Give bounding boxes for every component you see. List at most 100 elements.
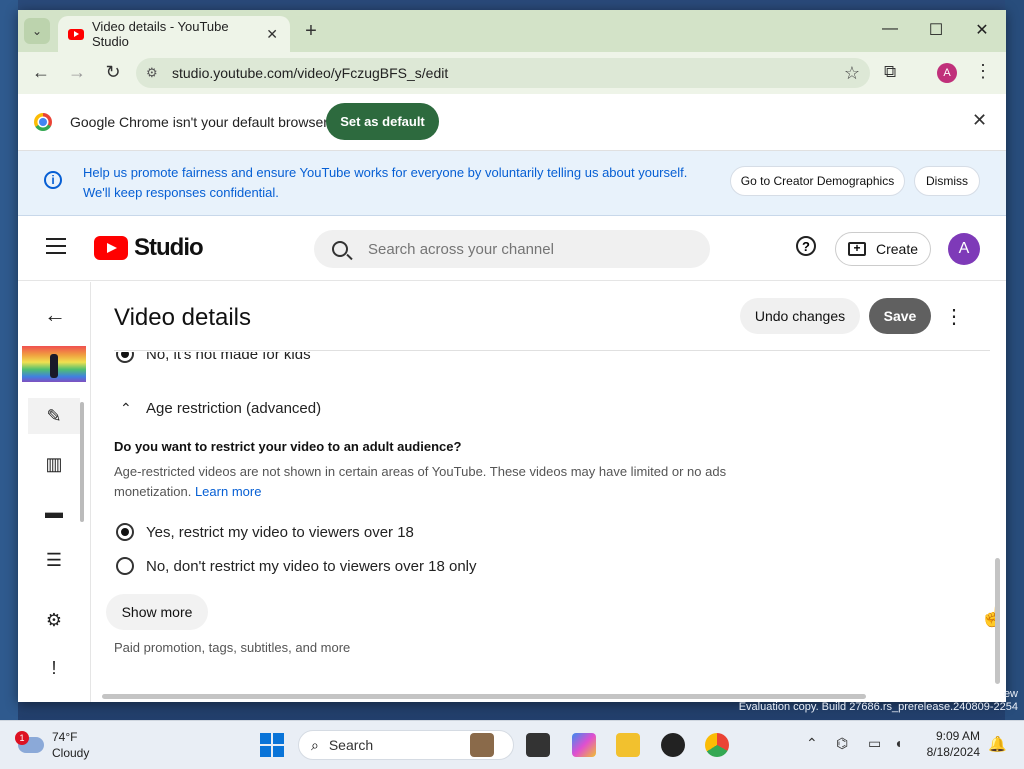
editor-clapper-icon[interactable]: ▬ (28, 494, 80, 530)
studio-logo-text: Studio (134, 234, 204, 261)
site-info-icon[interactable]: ⚙ (146, 65, 166, 81)
close-window-button[interactable]: ✕ (972, 20, 992, 40)
taskbar-search-label: Search (328, 737, 374, 753)
video-details-content: Video details Undo changes Save ⋮ No, it… (106, 282, 1005, 702)
default-browser-message: Google Chrome isn't your default browser (70, 114, 328, 130)
comments-icon[interactable]: ☰ (28, 542, 80, 578)
tab-title: Video details - YouTube Studio (92, 19, 229, 49)
chevron-up-icon: ⌃ (120, 400, 132, 416)
studio-logo[interactable]: Studio (94, 234, 204, 262)
watermark-line1: ew (1003, 688, 1018, 700)
age-restriction-description: Age-restricted videos are not shown in c… (114, 462, 754, 502)
chrome-menu-icon[interactable]: ⋮ (974, 61, 992, 82)
show-more-hint: Paid promotion, tags, subtitles, and mor… (114, 640, 351, 655)
back-arrow-icon[interactable]: ← (30, 62, 52, 83)
demographics-banner: i Help us promote fairness and ensure Yo… (18, 151, 1006, 216)
content-vertical-scrollbar[interactable] (995, 558, 1000, 684)
made-for-kids-no-option[interactable]: No, it's not made for kids (116, 352, 311, 364)
settings-gear-icon[interactable]: ⚙ (28, 602, 80, 638)
chrome-logo-icon (34, 113, 52, 131)
made-for-kids-no-radio[interactable] (116, 352, 134, 363)
help-icon[interactable]: ? (796, 236, 816, 256)
task-view-icon[interactable] (526, 733, 550, 757)
go-to-creator-demographics-button[interactable]: Go to Creator Demographics (730, 166, 905, 196)
search-input[interactable] (366, 239, 670, 259)
details-pencil-icon[interactable]: ✎ (28, 398, 80, 434)
tab-search-dropdown-icon[interactable]: ⌄ (24, 18, 50, 44)
volume-icon[interactable]: ◖ (894, 735, 902, 751)
system-clock[interactable]: 9:09 AM 8/18/2024 (924, 728, 980, 760)
banner-text: Help us promote fairness and ensure YouT… (83, 165, 688, 200)
more-options-icon[interactable]: ⋮ (944, 304, 964, 329)
save-button[interactable]: Save (869, 298, 931, 334)
desktop-left-edge (0, 0, 18, 720)
undo-changes-button[interactable]: Undo changes (740, 298, 860, 334)
tab-video-details[interactable]: Video details - YouTube Studio ✕ (58, 16, 290, 52)
youtube-play-icon (94, 236, 128, 260)
back-arrow-icon[interactable]: ← (44, 302, 66, 328)
url-text[interactable]: studio.youtube.com/video/yFczugBFS_s/edi… (172, 65, 844, 81)
search-icon[interactable] (332, 241, 348, 257)
weather-condition: Cloudy (52, 746, 90, 760)
temperature: 74°F (52, 730, 78, 744)
new-tab-button[interactable]: + (300, 20, 322, 43)
file-explorer-icon[interactable] (616, 733, 640, 757)
tab-bar: ⌄ Video details - YouTube Studio ✕ + — ☐… (18, 10, 1006, 52)
youtube-favicon-icon (68, 28, 84, 40)
chrome-taskbar-icon[interactable] (705, 733, 729, 757)
watermark-line2: Evaluation copy. Build 27686.rs_prerelea… (738, 701, 1018, 713)
browser-window: ⌄ Video details - YouTube Studio ✕ + — ☐… (18, 10, 1006, 702)
bookmark-star-icon[interactable]: ☆ (844, 63, 860, 84)
account-avatar[interactable]: A (948, 233, 980, 265)
restrict-no-option[interactable]: No, don't restrict my video to viewers o… (116, 557, 477, 575)
extensions-icon[interactable]: ⧉ (884, 62, 896, 82)
windows-taskbar: 1 74°F Cloudy ⌕ Search ⌃ ⌬ ▭ ◖ 9:09 AM 8… (0, 720, 1024, 769)
weather-text: 74°F Cloudy (52, 729, 89, 761)
set-as-default-button[interactable]: Set as default (326, 103, 439, 140)
chrome-profile-avatar[interactable]: A (937, 63, 957, 83)
create-label: Create (876, 241, 919, 257)
weather-widget[interactable]: 1 74°F Cloudy (15, 729, 89, 761)
video-thumbnail[interactable] (22, 346, 86, 382)
hamburger-menu-icon[interactable] (46, 238, 66, 259)
create-video-icon: + (848, 242, 866, 256)
restrict-no-radio[interactable] (116, 557, 134, 575)
forward-arrow-icon[interactable]: → (66, 62, 88, 83)
search-highlight-icon (470, 733, 494, 757)
reload-icon[interactable]: ↻ (102, 62, 124, 83)
sidebar-scrollbar[interactable] (80, 402, 84, 522)
infobar-close-icon[interactable]: ✕ (972, 110, 987, 131)
clock-time: 9:09 AM (935, 729, 980, 743)
maximize-button[interactable]: ☐ (926, 20, 946, 40)
display-icon[interactable]: ▭ (868, 735, 881, 752)
main-area: ← ✎ ▥ ▬ ☰ ⚙ ! Video details Undo changes… (18, 282, 1006, 702)
tray-overflow-icon[interactable]: ⌃ (806, 735, 818, 752)
default-browser-infobar: Google Chrome isn't your default browser… (18, 94, 1006, 151)
channel-search-bar[interactable] (314, 230, 710, 268)
url-bar[interactable]: ⚙ studio.youtube.com/video/yFczugBFS_s/e… (136, 58, 870, 88)
network-icon[interactable]: ⌬ (836, 735, 848, 752)
restrict-yes-option[interactable]: Yes, restrict my video to viewers over 1… (116, 523, 414, 541)
search-icon: ⌕ (311, 736, 319, 753)
recorder-icon[interactable] (661, 733, 685, 757)
restrict-yes-label: Yes, restrict my video to viewers over 1… (146, 523, 414, 541)
age-restriction-toggle[interactable]: ⌃ Age restriction (advanced) (120, 400, 321, 417)
desktop-right-edge (1005, 0, 1024, 720)
dismiss-button[interactable]: Dismiss (914, 166, 980, 196)
header-divider (114, 350, 990, 351)
analytics-icon[interactable]: ▥ (28, 446, 80, 482)
learn-more-link[interactable]: Learn more (195, 484, 261, 499)
age-restriction-title: Age restriction (advanced) (146, 400, 322, 417)
windows-start-icon[interactable] (260, 733, 284, 757)
show-more-button[interactable]: Show more (106, 594, 208, 630)
minimize-button[interactable]: — (880, 20, 900, 38)
clock-date: 8/18/2024 (926, 745, 980, 759)
feedback-icon[interactable]: ! (28, 650, 80, 686)
tab-close-icon[interactable]: ✕ (266, 26, 278, 43)
page-title: Video details (114, 304, 251, 331)
copilot-icon[interactable] (572, 733, 596, 757)
restrict-no-label: No, don't restrict my video to viewers o… (146, 557, 477, 575)
notifications-bell-icon[interactable]: 🔔 (988, 735, 1007, 753)
create-button[interactable]: + Create (835, 232, 931, 266)
restrict-yes-radio[interactable] (116, 523, 134, 541)
